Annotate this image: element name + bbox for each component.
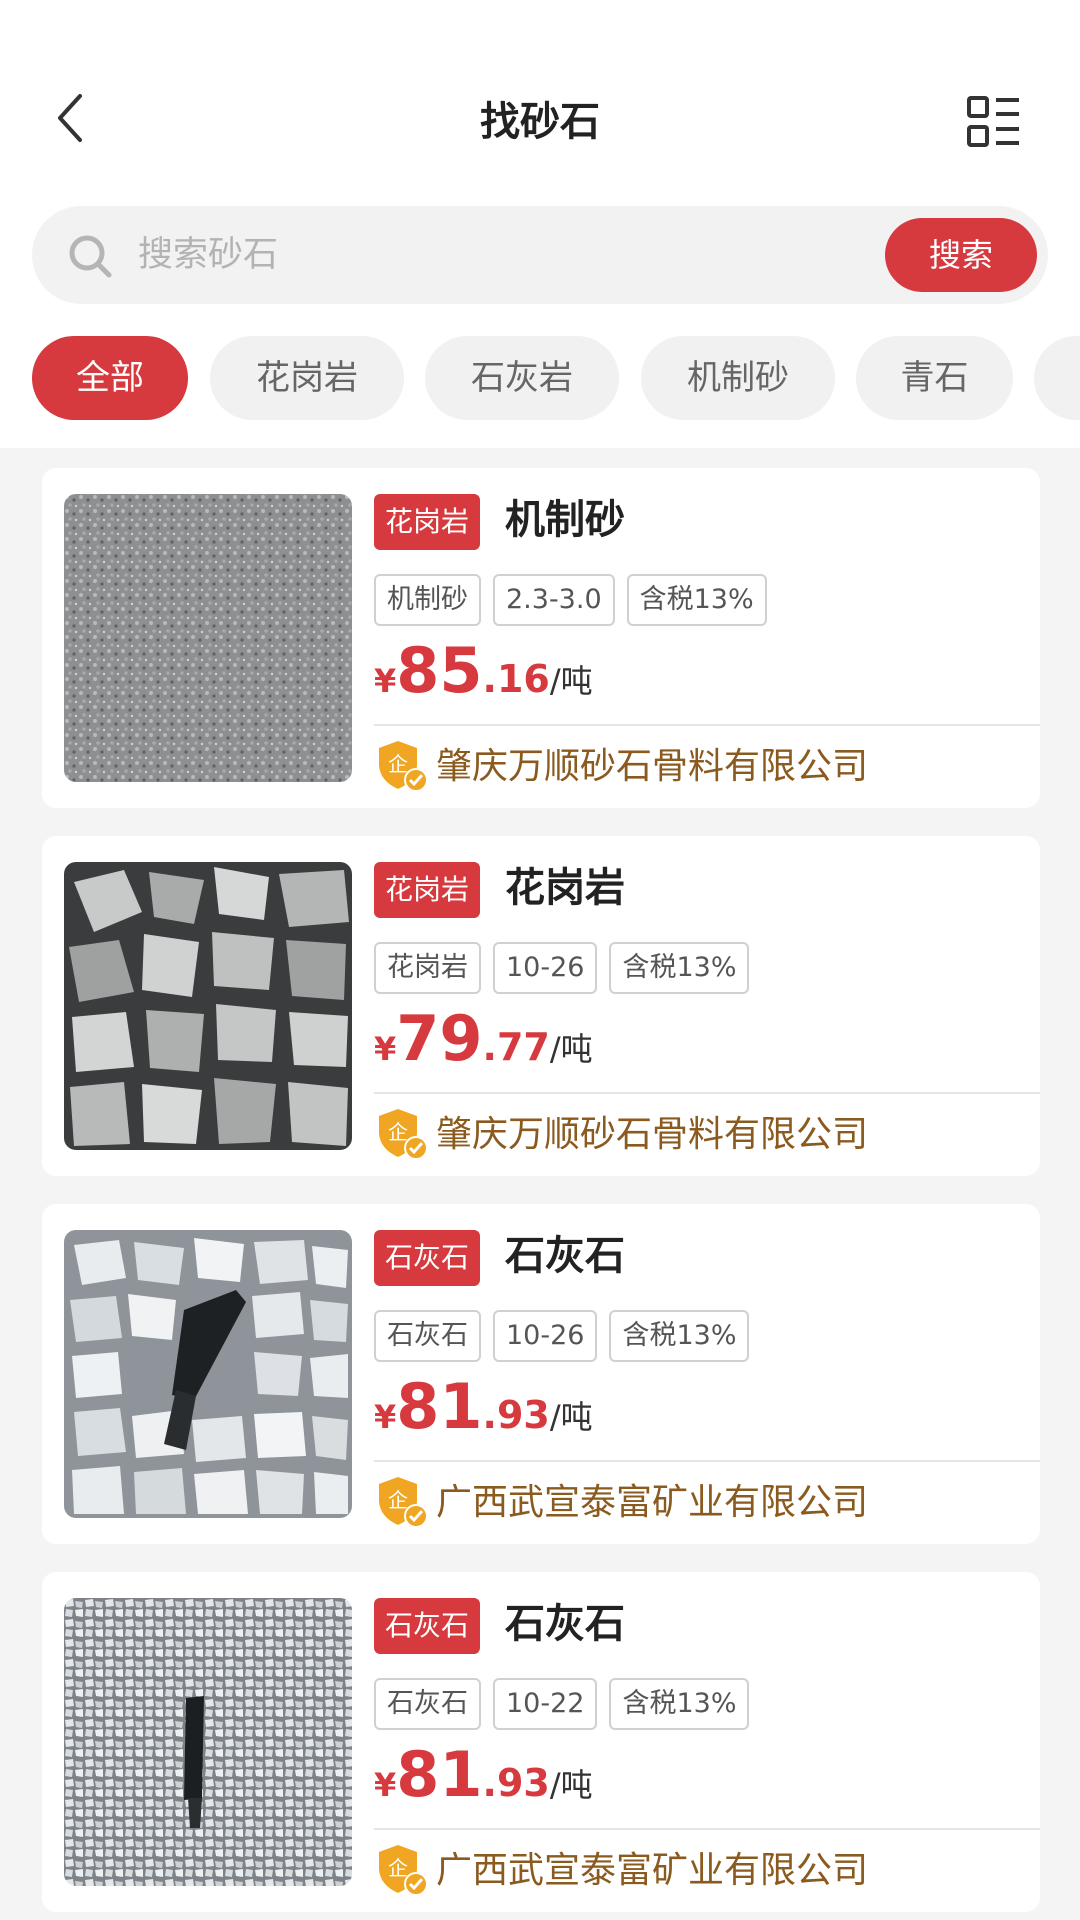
category-chip-machine-sand[interactable]: 机制砂 <box>641 336 835 420</box>
category-chip-more[interactable] <box>1034 336 1080 420</box>
spec-tag: 含税13% <box>609 1310 750 1362</box>
company-name[interactable]: 广西武宣泰富矿业有限公司 <box>436 1476 868 1530</box>
product-image <box>64 1230 352 1518</box>
search-input[interactable] <box>138 206 898 304</box>
price-integer: 85 <box>396 634 483 707</box>
list-view-button[interactable] <box>966 94 1022 150</box>
spec-tag: 10-26 <box>493 1310 598 1362</box>
spec-tag: 10-22 <box>493 1678 598 1730</box>
divider <box>374 1828 1040 1830</box>
svg-text:企: 企 <box>388 752 408 776</box>
category-chip-limestone[interactable]: 石灰岩 <box>425 336 619 420</box>
company-name[interactable]: 肇庆万顺砂石骨料有限公司 <box>436 1108 868 1162</box>
price-unit: /吨 <box>549 1766 593 1804</box>
enterprise-verified-icon: 企 <box>379 1109 428 1160</box>
price-integer: 81 <box>396 1738 483 1811</box>
price-integer: 79 <box>396 1002 483 1075</box>
svg-text:企: 企 <box>388 1856 408 1880</box>
product-image <box>64 494 352 782</box>
price-decimal: .77 <box>482 1025 550 1069</box>
spec-tag: 机制砂 <box>374 574 481 626</box>
spec-tag: 石灰石 <box>374 1678 481 1730</box>
search-bar: 搜索 <box>32 206 1048 304</box>
product-price: ¥81.93/吨 <box>374 1370 593 1446</box>
price-decimal: .16 <box>482 657 550 701</box>
product-tags: 花岗岩 10-26 含税13% <box>374 942 750 994</box>
product-price: ¥85.16/吨 <box>374 634 593 710</box>
category-badge: 石灰石 <box>374 1598 481 1654</box>
svg-text:企: 企 <box>388 1488 408 1512</box>
spec-tag: 含税13% <box>609 1678 750 1730</box>
category-badge: 石灰石 <box>374 1230 481 1286</box>
product-price: ¥81.93/吨 <box>374 1738 593 1814</box>
spec-tag: 10-26 <box>493 942 598 994</box>
enterprise-verified-icon: 企 <box>379 1477 428 1528</box>
product-card[interactable]: 花岗岩 机制砂 机制砂 2.3-3.0 含税13% ¥85.16/吨 企 肇庆万… <box>42 468 1040 808</box>
spec-tag: 含税13% <box>626 574 767 626</box>
enterprise-verified-icon: 企 <box>379 1845 428 1896</box>
price-decimal: .93 <box>482 1761 550 1805</box>
category-badge: 花岗岩 <box>374 862 481 918</box>
product-name: 石灰石 <box>505 1601 625 1647</box>
product-card[interactable]: 石灰石 石灰石 石灰石 10-26 含税13% ¥81.93/吨 企 广西武宣泰… <box>42 1204 1040 1544</box>
product-price: ¥79.77/吨 <box>374 1002 593 1078</box>
product-tags: 石灰石 10-22 含税13% <box>374 1678 750 1730</box>
currency-symbol: ¥ <box>374 1030 397 1068</box>
product-card[interactable]: 花岗岩 花岗岩 花岗岩 10-26 含税13% ¥79.77/吨 企 肇庆万顺砂… <box>42 836 1040 1176</box>
category-chip-bluestone[interactable]: 青石 <box>856 336 1013 420</box>
enterprise-verified-icon: 企 <box>379 741 428 792</box>
product-card[interactable]: 石灰石 石灰石 石灰石 10-22 含税13% ¥81.93/吨 企 广西武宣泰… <box>42 1572 1040 1912</box>
category-chip-granite[interactable]: 花岗岩 <box>210 336 404 420</box>
currency-symbol: ¥ <box>374 1398 397 1436</box>
product-name: 石灰石 <box>505 1233 625 1279</box>
category-badge: 花岗岩 <box>374 494 481 550</box>
top-panel: 找砂石 搜索 全部 花岗岩 石灰岩 机制砂 青石 <box>0 0 1080 448</box>
divider <box>374 724 1040 726</box>
spec-tag: 2.3-3.0 <box>493 574 615 626</box>
currency-symbol: ¥ <box>374 1766 397 1804</box>
spec-tag: 花岗岩 <box>374 942 481 994</box>
product-tags: 石灰石 10-26 含税13% <box>374 1310 750 1362</box>
divider <box>374 1092 1040 1094</box>
product-image <box>64 1598 352 1886</box>
product-name: 花岗岩 <box>505 865 625 911</box>
category-chip-all[interactable]: 全部 <box>32 336 188 420</box>
product-image <box>64 862 352 1150</box>
price-unit: /吨 <box>549 662 593 700</box>
list-view-icon <box>967 96 1019 147</box>
company-name[interactable]: 广西武宣泰富矿业有限公司 <box>436 1844 868 1898</box>
company-name[interactable]: 肇庆万顺砂石骨料有限公司 <box>436 740 868 794</box>
category-tabs: 全部 花岗岩 石灰岩 机制砂 青石 <box>0 336 1080 420</box>
spec-tag: 含税13% <box>609 942 750 994</box>
price-integer: 81 <box>396 1370 483 1443</box>
currency-symbol: ¥ <box>374 662 397 700</box>
price-unit: /吨 <box>549 1398 593 1436</box>
product-name: 机制砂 <box>505 497 625 543</box>
svg-text:企: 企 <box>388 1120 408 1144</box>
product-tags: 机制砂 2.3-3.0 含税13% <box>374 574 767 626</box>
nav-bar: 找砂石 <box>0 58 1080 186</box>
search-icon <box>69 235 112 278</box>
search-button[interactable]: 搜索 <box>885 218 1037 292</box>
divider <box>374 1460 1040 1462</box>
price-unit: /吨 <box>549 1030 593 1068</box>
page-title: 找砂石 <box>480 99 600 145</box>
price-decimal: .93 <box>482 1393 550 1437</box>
spec-tag: 石灰石 <box>374 1310 481 1362</box>
